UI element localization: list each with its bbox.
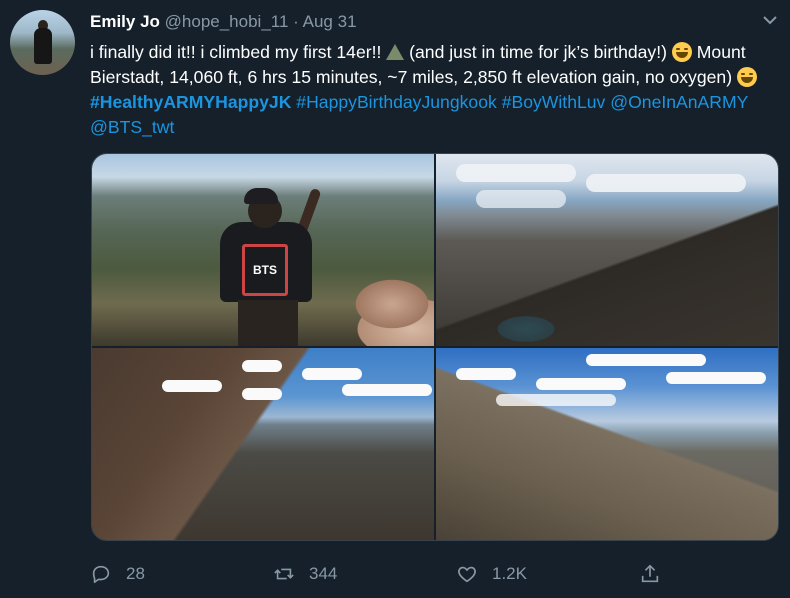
mention-link[interactable]: @OneInAnARMY bbox=[610, 92, 748, 112]
mountain-emoji-icon bbox=[386, 44, 405, 60]
mention-link[interactable]: @BTS_twt bbox=[90, 117, 174, 137]
laughing-emoji-icon bbox=[736, 67, 757, 87]
retweet-button[interactable]: 344 bbox=[273, 562, 337, 586]
hashtag-link[interactable]: #BoyWithLuv bbox=[502, 92, 606, 112]
author-handle[interactable]: @hope_hobi_11 bbox=[165, 12, 289, 31]
tweet-header: Emily Jo @hope_hobi_11 · Aug 31 bbox=[90, 11, 770, 33]
chevron-down-icon[interactable] bbox=[762, 12, 778, 28]
reply-button[interactable]: 28 bbox=[90, 562, 145, 586]
text-part: (and just in time for jk’s birthday!) bbox=[404, 42, 672, 62]
action-bar: 28 344 1.2K bbox=[90, 562, 710, 586]
author-name[interactable]: Emily Jo bbox=[90, 12, 160, 31]
like-button[interactable]: 1.2K bbox=[456, 562, 527, 586]
grinning-emoji-icon bbox=[671, 42, 692, 62]
reply-count: 28 bbox=[126, 564, 145, 583]
retweet-icon bbox=[274, 568, 294, 580]
meta-separator: · bbox=[293, 12, 299, 31]
tweet-date[interactable]: Aug 31 bbox=[303, 12, 357, 31]
retweet-count: 344 bbox=[309, 564, 338, 583]
photo-valley-ridge[interactable] bbox=[436, 348, 778, 540]
heart-icon bbox=[458, 566, 476, 583]
photo-rocky-slope[interactable] bbox=[92, 348, 434, 540]
share-icon bbox=[641, 564, 659, 583]
hiker-figure: BTS bbox=[220, 184, 322, 346]
avatar-figure bbox=[34, 28, 52, 64]
hashtag-link[interactable]: #HealthyARMYHappyJK bbox=[90, 92, 291, 112]
reply-icon bbox=[92, 565, 110, 584]
photo-mountain-ridge[interactable] bbox=[436, 154, 778, 346]
photo-summit-person[interactable]: BTS bbox=[92, 154, 434, 346]
media-grid: BTS bbox=[91, 153, 779, 541]
hashtag-link[interactable]: #HappyBirthdayJungkook bbox=[296, 92, 497, 112]
text-part: i finally did it!! i climbed my first 14… bbox=[90, 42, 387, 62]
jacket-patch: BTS bbox=[242, 244, 288, 296]
share-button[interactable] bbox=[639, 562, 661, 586]
avatar[interactable] bbox=[10, 10, 75, 75]
tweet-text: i finally did it!! i climbed my first 14… bbox=[90, 40, 770, 140]
like-count: 1.2K bbox=[492, 564, 527, 583]
